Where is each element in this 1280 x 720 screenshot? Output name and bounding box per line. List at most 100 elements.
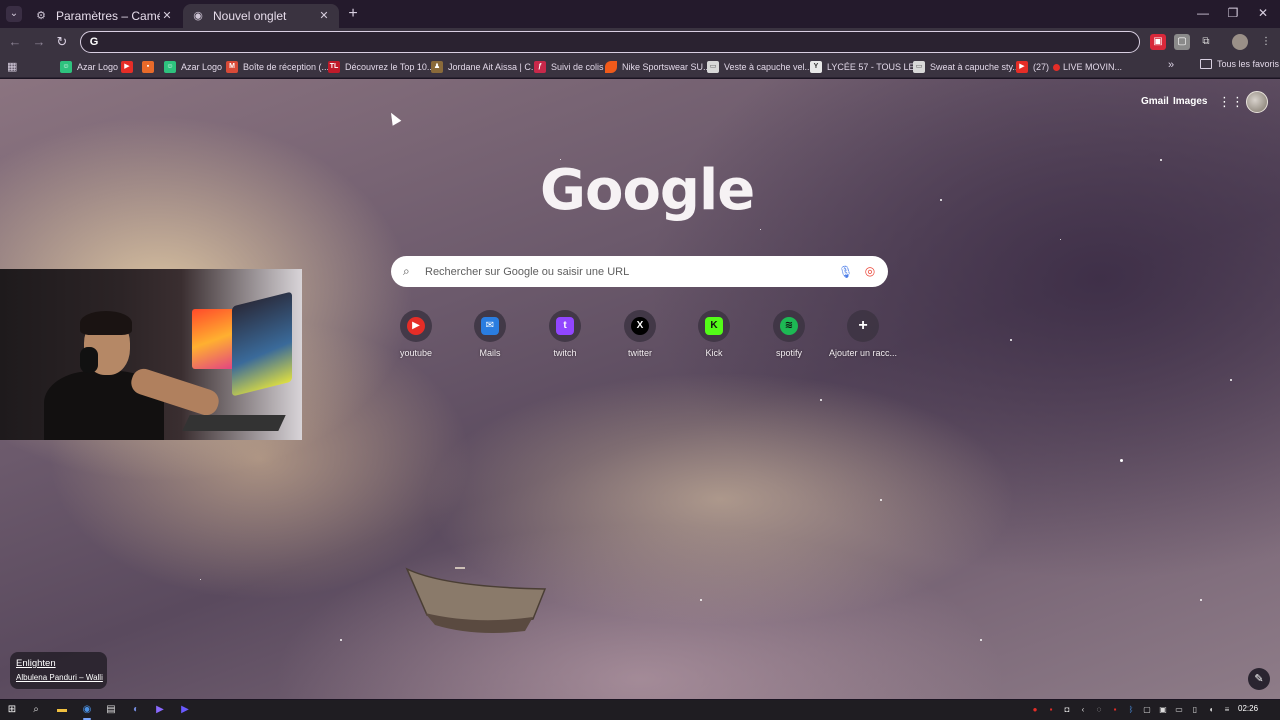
mic-muted-icon[interactable]: ●	[1030, 704, 1040, 716]
twitch-icon: t	[556, 317, 574, 335]
bookmark-nike[interactable]: Nike Sportswear SU...	[605, 59, 711, 75]
person-icon: ♟	[431, 61, 443, 73]
gamepad-icon[interactable]: ◘	[1062, 704, 1072, 716]
images-link[interactable]: Images	[1173, 96, 1207, 107]
azar-icon: ☺	[164, 61, 176, 73]
shortcut-youtube[interactable]: ▶ youtube	[376, 310, 456, 370]
page-icon: ▭	[707, 61, 719, 73]
close-window-button[interactable]: ✕	[1248, 4, 1278, 22]
spotify-icon: ≋	[780, 317, 798, 335]
more-bookmarks-icon[interactable]: »	[1168, 59, 1174, 71]
forward-button[interactable]: →	[30, 33, 48, 51]
google-apps-icon[interactable]: ⋮⋮⋮	[1218, 95, 1257, 109]
webcam-overlay	[0, 269, 302, 440]
azar-icon: ☺	[60, 61, 72, 73]
tray-icon[interactable]: ◌	[1094, 704, 1104, 716]
tab-strip: ⌄ ⚙ Paramètres – Caméra ✕ ◉ Nouvel ongle…	[0, 0, 1280, 28]
shortcut-tile: K	[698, 310, 730, 342]
boat-illustration	[405, 567, 547, 633]
webcam-person-hair	[80, 311, 132, 335]
close-tab-icon[interactable]: ✕	[317, 9, 331, 23]
bookmark-jordane[interactable]: ♟ Jordane Ait Aissa | C...	[431, 59, 538, 75]
bookmark-azar-logo-2[interactable]: ☺ Azar Logo	[164, 59, 222, 75]
gmail-link[interactable]: Gmail	[1141, 96, 1169, 107]
shortcut-tile: +	[847, 310, 879, 342]
bookmark-orange[interactable]: ▪	[142, 59, 159, 75]
new-tab-button[interactable]: +	[344, 5, 362, 23]
profile-avatar[interactable]	[1232, 34, 1248, 50]
bookmark-lycee[interactable]: Y LYCÉE 57 - TOUS LE...	[810, 59, 922, 75]
windows-start-icon[interactable]: ⊞	[5, 703, 19, 717]
share-icon[interactable]: ‹	[1078, 704, 1088, 716]
puzzle-icon[interactable]: ⧉	[1198, 34, 1214, 50]
apps-grid-icon[interactable]: ▦	[7, 60, 21, 74]
bookmark-azar-logo[interactable]: ☺ Azar Logo	[60, 59, 118, 75]
gear-icon: ⚙	[36, 10, 46, 22]
extension-grey-icon[interactable]: ▢	[1174, 34, 1190, 50]
tray-icon-3[interactable]: ▣	[1158, 704, 1168, 716]
app-taskbar-icon[interactable]: ▤	[104, 703, 118, 717]
taskbar: ⊞ ⌕ ▬ ◉ ▤ ◐ ▶ ▶ ● ▪ ◘ ‹ ◌ ▪ ᛒ ▢ ▣ ▭ ▯ ◖ …	[0, 700, 1280, 720]
reload-button[interactable]: ↻	[53, 33, 71, 51]
tray-icon-2[interactable]: ▢	[1142, 704, 1152, 716]
shortcut-tile: ✉	[474, 310, 506, 342]
google-lens-icon[interactable]: ◎	[863, 264, 877, 278]
file-explorer-icon[interactable]: ▬	[55, 703, 69, 717]
browser-toolbar: ← → ↻ G ▣ ▢ ⧉ ⋮	[0, 28, 1280, 56]
bookmark-live[interactable]: ▶ (27) LIVE MOVIN...	[1016, 59, 1122, 75]
bookmark-gmail[interactable]: M Boîte de réception (...	[226, 59, 329, 75]
shortcut-add[interactable]: + Ajouter un racc...	[823, 310, 903, 370]
background-attribution: Enlighten Albulena Panduri – Walli	[10, 652, 107, 689]
visual-studio-icon[interactable]: ▶	[153, 703, 167, 717]
account-avatar[interactable]	[1246, 91, 1268, 113]
live-dot-icon	[1053, 63, 1061, 71]
shortcut-mails[interactable]: ✉ Mails	[450, 310, 530, 370]
tray-red-icon[interactable]: ▪	[1110, 704, 1120, 716]
gmail-icon: M	[226, 61, 238, 73]
ntp-search-input[interactable]	[425, 263, 825, 280]
volume-icon[interactable]: ◖	[1206, 704, 1216, 716]
chrome-taskbar-icon[interactable]: ◉	[80, 703, 94, 720]
bluetooth-icon[interactable]: ᛒ	[1126, 704, 1136, 716]
bookmark-suivi-colis[interactable]: ƒ Suivi de colis	[534, 59, 604, 75]
x-icon: X	[631, 317, 649, 335]
shortcut-twitter[interactable]: X twitter	[600, 310, 680, 370]
search-icon[interactable]: ⌕	[29, 703, 43, 717]
shortcut-twitch[interactable]: t twitch	[525, 310, 605, 370]
youtube-icon: ▶	[407, 317, 425, 335]
minimize-button[interactable]: —	[1188, 4, 1218, 22]
search-icon: ⌕	[403, 264, 410, 278]
address-bar[interactable]: G	[80, 31, 1140, 53]
microphone-icon[interactable]: 🎙	[838, 264, 853, 280]
shortcut-kick[interactable]: K Kick	[674, 310, 754, 370]
attribution-title[interactable]: Enlighten	[16, 658, 101, 669]
google-logo: Google	[540, 158, 755, 223]
tab-settings-camera[interactable]: ⚙ Paramètres – Caméra ✕	[26, 4, 182, 28]
ntp-search-box[interactable]: ⌕ 🎙 ◎	[391, 256, 888, 287]
tab-search-button[interactable]: ⌄	[6, 6, 22, 22]
discord-icon[interactable]: ◐	[129, 703, 143, 717]
network-icon[interactable]: ▭	[1174, 704, 1184, 716]
restore-button[interactable]: ❐	[1218, 4, 1248, 22]
extension-red-icon[interactable]: ▣	[1150, 34, 1166, 50]
webcam-keyboard	[182, 415, 286, 431]
all-bookmarks-folder[interactable]: Tous les favoris	[1200, 59, 1279, 69]
close-tab-icon[interactable]: ✕	[160, 9, 174, 23]
tab-new-tab[interactable]: ◉ Nouvel onglet ✕	[183, 4, 339, 28]
webcam-monitor	[232, 291, 292, 397]
language-icon[interactable]: ≡	[1222, 704, 1232, 716]
usb-icon[interactable]: ▯	[1190, 704, 1200, 716]
customize-chrome-button[interactable]: ✎	[1248, 668, 1270, 690]
shortcut-spotify[interactable]: ≋ spotify	[749, 310, 829, 370]
bookmark-youtube[interactable]: ▶	[121, 59, 138, 75]
bookmark-sweat[interactable]: ▭ Sweat à capuche sty...	[913, 59, 1020, 75]
back-button[interactable]: ←	[6, 33, 24, 51]
taskbar-clock[interactable]: 02:26	[1238, 704, 1258, 713]
bookmark-top10[interactable]: TL Découvrez le Top 10...	[328, 59, 434, 75]
bookmark-veste[interactable]: ▭ Veste à capuche vel...	[707, 59, 812, 75]
visual-studio-icon-2[interactable]: ▶	[178, 703, 192, 717]
record-icon[interactable]: ▪	[1046, 704, 1056, 716]
menu-kebab-icon[interactable]: ⋮	[1258, 34, 1274, 50]
attribution-author[interactable]: Albulena Panduri – Walli	[16, 673, 103, 682]
address-input[interactable]	[107, 34, 1127, 50]
